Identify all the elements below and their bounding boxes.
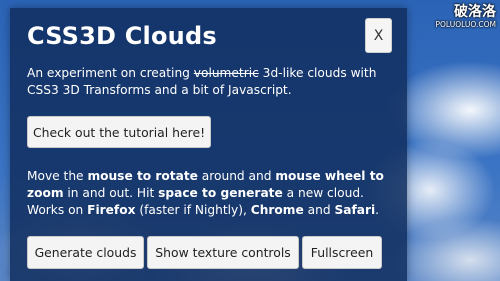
- instr-text-6: and: [303, 203, 335, 217]
- tutorial-button[interactable]: Check out the tutorial here!: [27, 116, 211, 148]
- watermark-chinese-text: 破洛洛: [454, 4, 496, 20]
- instructions-text: Move the mouse to rotate around and mous…: [27, 168, 399, 219]
- struck-word: volumetric: [193, 66, 259, 80]
- close-icon: X: [373, 28, 384, 44]
- intro-text-start: An experiment on creating: [27, 66, 194, 80]
- show-texture-controls-button[interactable]: Show texture controls: [147, 236, 299, 269]
- instr-text-5: (faster if Nightly),: [135, 203, 251, 217]
- generate-clouds-button[interactable]: Generate clouds: [27, 236, 144, 269]
- site-watermark: 破洛洛 POLUOLUO.COM: [406, 4, 496, 34]
- close-button[interactable]: X: [365, 18, 392, 53]
- instr-bold-mouse-rotate: mouse to rotate: [87, 169, 198, 183]
- instr-bold-space: space to generate: [158, 186, 283, 200]
- instr-text-3: in and out. Hit: [63, 186, 159, 200]
- instr-text-1: Move the: [27, 169, 88, 183]
- instr-text-2: around and: [197, 169, 276, 183]
- fullscreen-button[interactable]: Fullscreen: [302, 236, 382, 269]
- watermark-domain-text: POLUOLUO.COM: [435, 20, 496, 29]
- instr-bold-safari: Safari: [334, 203, 376, 217]
- instr-text-7: .: [375, 203, 380, 217]
- instr-bold-chrome: Chrome: [250, 203, 304, 217]
- page-title: CSS3D Clouds: [27, 22, 217, 50]
- intro-text: An experiment on creating volumetric 3d-…: [27, 65, 397, 99]
- info-panel: CSS3D Clouds X An experiment on creating…: [10, 8, 407, 281]
- instr-bold-firefox: Firefox: [87, 203, 136, 217]
